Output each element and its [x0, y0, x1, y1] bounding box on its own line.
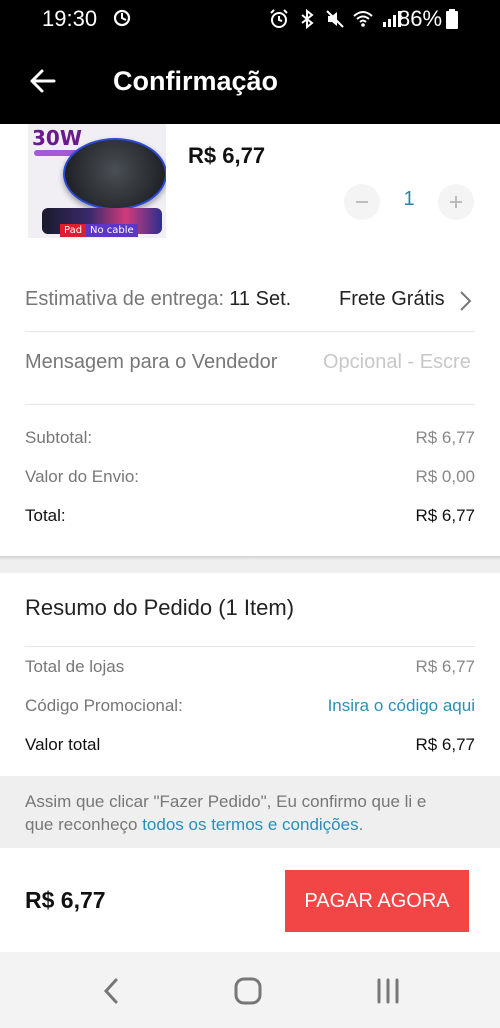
- divider: [25, 404, 475, 405]
- seller-message-input[interactable]: Opcional - Escre: [323, 351, 475, 374]
- alarm-icon: [270, 9, 288, 28]
- shipping-cost-label: Valor do Envio:: [25, 467, 140, 486]
- nav-home-icon[interactable]: [228, 976, 268, 1006]
- promo-code-link[interactable]: Insira o código aqui: [328, 696, 475, 716]
- decrease-quantity-button[interactable]: [344, 184, 380, 220]
- divider: [25, 646, 475, 647]
- divider: [25, 331, 475, 332]
- total-value: R$ 6,77: [415, 506, 475, 525]
- total-label: Total:: [25, 506, 66, 525]
- terms-notice: Assim que clicar "Fazer Pedido", Eu conf…: [0, 776, 500, 848]
- battery-percent: 86%: [398, 6, 443, 31]
- stores-total-value: R$ 6,77: [415, 657, 475, 676]
- subtotal-value: R$ 6,77: [415, 428, 475, 447]
- section-shadow: [0, 556, 500, 560]
- terms-link[interactable]: todos os termos e condições: [142, 815, 358, 834]
- terms-line-1: Assim que clicar "Fazer Pedido", Eu conf…: [25, 792, 427, 811]
- product-price: R$ 6,77: [188, 143, 266, 168]
- promo-code-label: Código Promocional:: [25, 696, 183, 715]
- stores-total-row: Total de lojas R$ 6,77: [25, 657, 475, 681]
- sync-icon: [113, 9, 131, 27]
- grand-total-label: Valor total: [25, 735, 101, 754]
- page-title: Confirmação: [113, 66, 279, 96]
- status-time: 19:30: [42, 6, 98, 31]
- stores-total-label: Total de lojas: [25, 657, 125, 676]
- grand-total-value: R$ 6,77: [415, 735, 475, 754]
- minus-icon: [356, 201, 368, 203]
- delivery-row[interactable]: Estimativa de entrega: 11 Set. Frete Grá…: [25, 288, 475, 320]
- subtotal-row: Subtotal: R$ 6,77: [25, 428, 475, 452]
- terms-suffix: .: [358, 815, 364, 834]
- seller-message-row: Mensagem para o Vendedor Opcional - Escr…: [25, 351, 475, 381]
- shipping-cost-row: Valor do Envio: R$ 0,00: [25, 467, 475, 491]
- product-image-badge: 30W: [32, 126, 82, 150]
- charger-pad-graphic: [63, 138, 166, 210]
- delivery-estimate-date: 11 Set.: [229, 288, 292, 310]
- total-row: Total: R$ 6,77: [25, 506, 475, 530]
- pay-now-button[interactable]: PAGAR AGORA: [285, 870, 469, 932]
- promo-code-row: Código Promocional: Insira o código aqui: [25, 696, 475, 720]
- increase-quantity-button[interactable]: [438, 184, 474, 220]
- shipping-option[interactable]: Frete Grátis: [339, 288, 445, 311]
- subtotal-label: Subtotal:: [25, 428, 93, 447]
- shipping-cost-value: R$ 0,00: [415, 467, 475, 486]
- order-summary-title: Resumo do Pedido (1 Item): [25, 595, 295, 620]
- quantity-value: 1: [403, 188, 415, 210]
- delivery-estimate-label: Estimativa de entrega:: [25, 288, 224, 310]
- chevron-right-icon[interactable]: [457, 290, 473, 312]
- terms-line-2: que reconheço todos os termos e condiçõe…: [25, 815, 363, 835]
- wifi-icon: [353, 11, 373, 27]
- footer-total: R$ 6,77: [25, 887, 106, 913]
- grand-total-row: Valor total R$ 6,77: [25, 735, 475, 759]
- quantity-stepper: 1: [340, 180, 480, 224]
- terms-prefix: que reconheço: [25, 815, 143, 834]
- nav-back-icon[interactable]: [92, 976, 132, 1006]
- nav-recents-icon[interactable]: [368, 976, 408, 1006]
- app-header: Confirmação: [0, 38, 500, 124]
- product-image[interactable]: 30W Pad No cable: [28, 124, 166, 238]
- plus-icon: [450, 196, 462, 208]
- mute-icon: [326, 10, 344, 28]
- bluetooth-icon: [301, 8, 314, 30]
- system-nav-bar: [0, 952, 500, 1028]
- product-image-tag-pad: Pad: [60, 224, 87, 237]
- status-bar: 19:30 86%: [0, 0, 500, 38]
- product-image-tag-cable: No cable: [86, 224, 138, 237]
- battery-icon: [446, 9, 458, 29]
- seller-message-label: Mensagem para o Vendedor: [25, 351, 278, 373]
- back-arrow-icon[interactable]: [28, 66, 58, 96]
